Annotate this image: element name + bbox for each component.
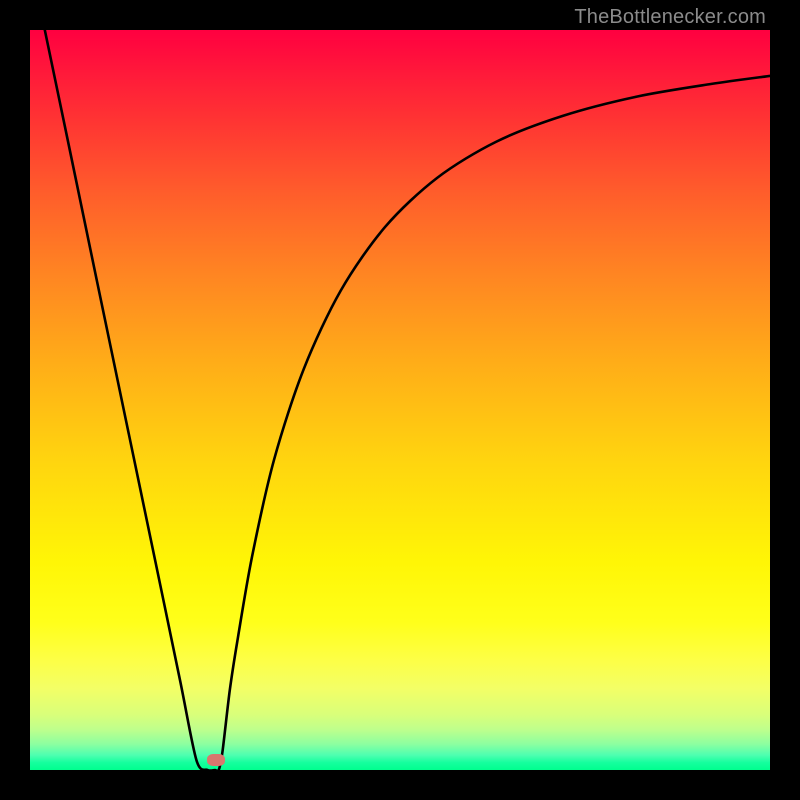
plot-area xyxy=(30,30,770,770)
bottleneck-curve xyxy=(45,30,770,770)
chart-frame: TheBottlenecker.com xyxy=(0,0,800,800)
curve-layer xyxy=(30,30,770,770)
optimum-marker xyxy=(207,754,225,766)
watermark-text: TheBottlenecker.com xyxy=(574,6,766,29)
